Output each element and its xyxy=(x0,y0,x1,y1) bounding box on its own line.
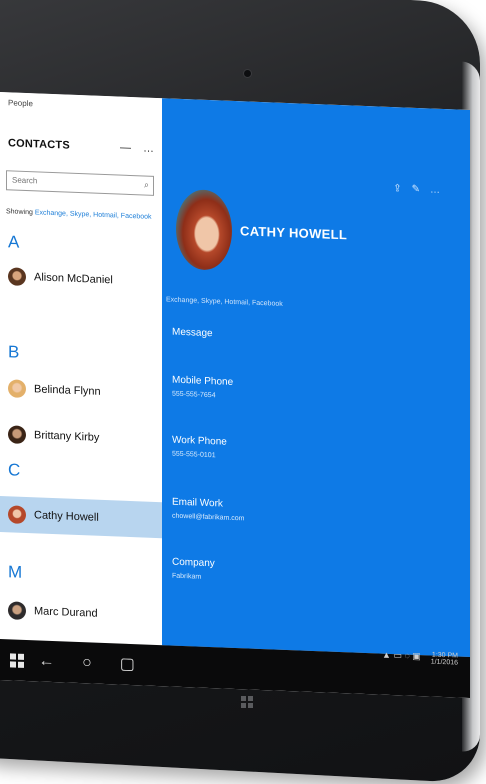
contact-row[interactable]: Alison McDaniel xyxy=(0,258,162,300)
work-phone-label: Work Phone xyxy=(172,434,227,448)
contact-name: Marc Durand xyxy=(34,605,98,620)
contact-detail-pane: ⇪✎… CATHY HOWELL Exchange, Skype, Hotmai… xyxy=(162,98,470,658)
avatar xyxy=(8,425,26,444)
app-title: People xyxy=(8,98,33,109)
start-button-icon[interactable] xyxy=(10,653,24,668)
avatar xyxy=(8,379,26,398)
work-phone-value[interactable]: 555-555-0101 xyxy=(172,451,216,460)
avatar xyxy=(8,601,26,620)
contact-name: Brittany Kirby xyxy=(34,429,100,444)
group-letter-c[interactable]: C xyxy=(8,460,20,480)
mobile-phone-value[interactable]: 555-555-7654 xyxy=(172,391,216,400)
search-icon[interactable]: ⌕ xyxy=(144,180,149,191)
detail-actions: ⇪✎… xyxy=(393,183,450,196)
contact-name: Belinda Flynn xyxy=(34,383,101,398)
tray-icons[interactable]: ▲ ▭ ◌ ▣ xyxy=(382,650,421,661)
message-link[interactable]: Message xyxy=(172,327,213,340)
contacts-header-icons: —… xyxy=(120,142,166,156)
more-icon[interactable]: … xyxy=(430,185,450,197)
system-tray: ▲ ▭ ◌ ▣ 1:30 PM 1/1/2016 xyxy=(382,650,458,667)
filter-summary[interactable]: Showing Exchange, Skype, Hotmail, Facebo… xyxy=(6,208,152,221)
contact-row[interactable]: Marc Durand xyxy=(0,592,162,634)
contact-name: Cathy Howell xyxy=(34,509,99,524)
search-input[interactable] xyxy=(12,175,130,189)
camera-icon xyxy=(244,70,251,77)
contacts-pane: People CONTACTS — … ⌕ Showing Exchange, S… xyxy=(0,92,162,646)
more-options-icon[interactable]: … xyxy=(143,142,154,154)
tablet-screen: People CONTACTS —… ⌕ Showing Exchange, S… xyxy=(0,92,470,699)
contact-full-name: CATHY HOWELL xyxy=(240,223,348,243)
mobile-phone-label: Mobile Phone xyxy=(172,374,234,388)
search-cortana-icon[interactable]: ○ xyxy=(69,654,105,673)
edit-icon[interactable]: ✎ xyxy=(412,184,430,196)
showing-label: Showing xyxy=(6,208,33,217)
contact-photo xyxy=(176,188,232,271)
share-icon[interactable]: ⇪ xyxy=(393,183,411,195)
showing-sources[interactable]: Exchange, Skype, Hotmail, Facebook xyxy=(35,209,152,220)
contact-row[interactable]: Brittany Kirby xyxy=(0,416,162,458)
group-letter-m[interactable]: M xyxy=(8,562,22,583)
add-contact-icon[interactable]: — xyxy=(120,142,131,154)
avatar xyxy=(8,267,26,286)
group-letter-b[interactable]: B xyxy=(8,342,19,362)
clock-date[interactable]: 1/1/2016 xyxy=(431,659,458,667)
contacts-heading: CONTACTS xyxy=(8,137,70,152)
contact-row-selected[interactable]: Cathy Howell xyxy=(0,496,162,539)
back-icon[interactable]: ← xyxy=(28,652,64,671)
contact-row[interactable]: Belinda Flynn xyxy=(0,370,162,412)
linked-accounts[interactable]: Exchange, Skype, Hotmail, Facebook xyxy=(166,296,283,307)
email-work-label: Email Work xyxy=(172,496,223,510)
hardware-windows-button-icon[interactable] xyxy=(241,696,253,708)
company-value: Fabrikam xyxy=(172,572,202,581)
contact-name: Alison McDaniel xyxy=(34,271,113,287)
avatar xyxy=(8,505,26,524)
group-letter-a[interactable]: A xyxy=(8,232,19,252)
search-box[interactable]: ⌕ xyxy=(6,170,154,196)
email-work-value[interactable]: chowell@fabrikam.com xyxy=(172,513,244,523)
taskbar-icons: ← ○ ▢ xyxy=(10,649,145,674)
company-label: Company xyxy=(172,556,215,570)
task-view-icon[interactable]: ▢ xyxy=(109,653,145,674)
